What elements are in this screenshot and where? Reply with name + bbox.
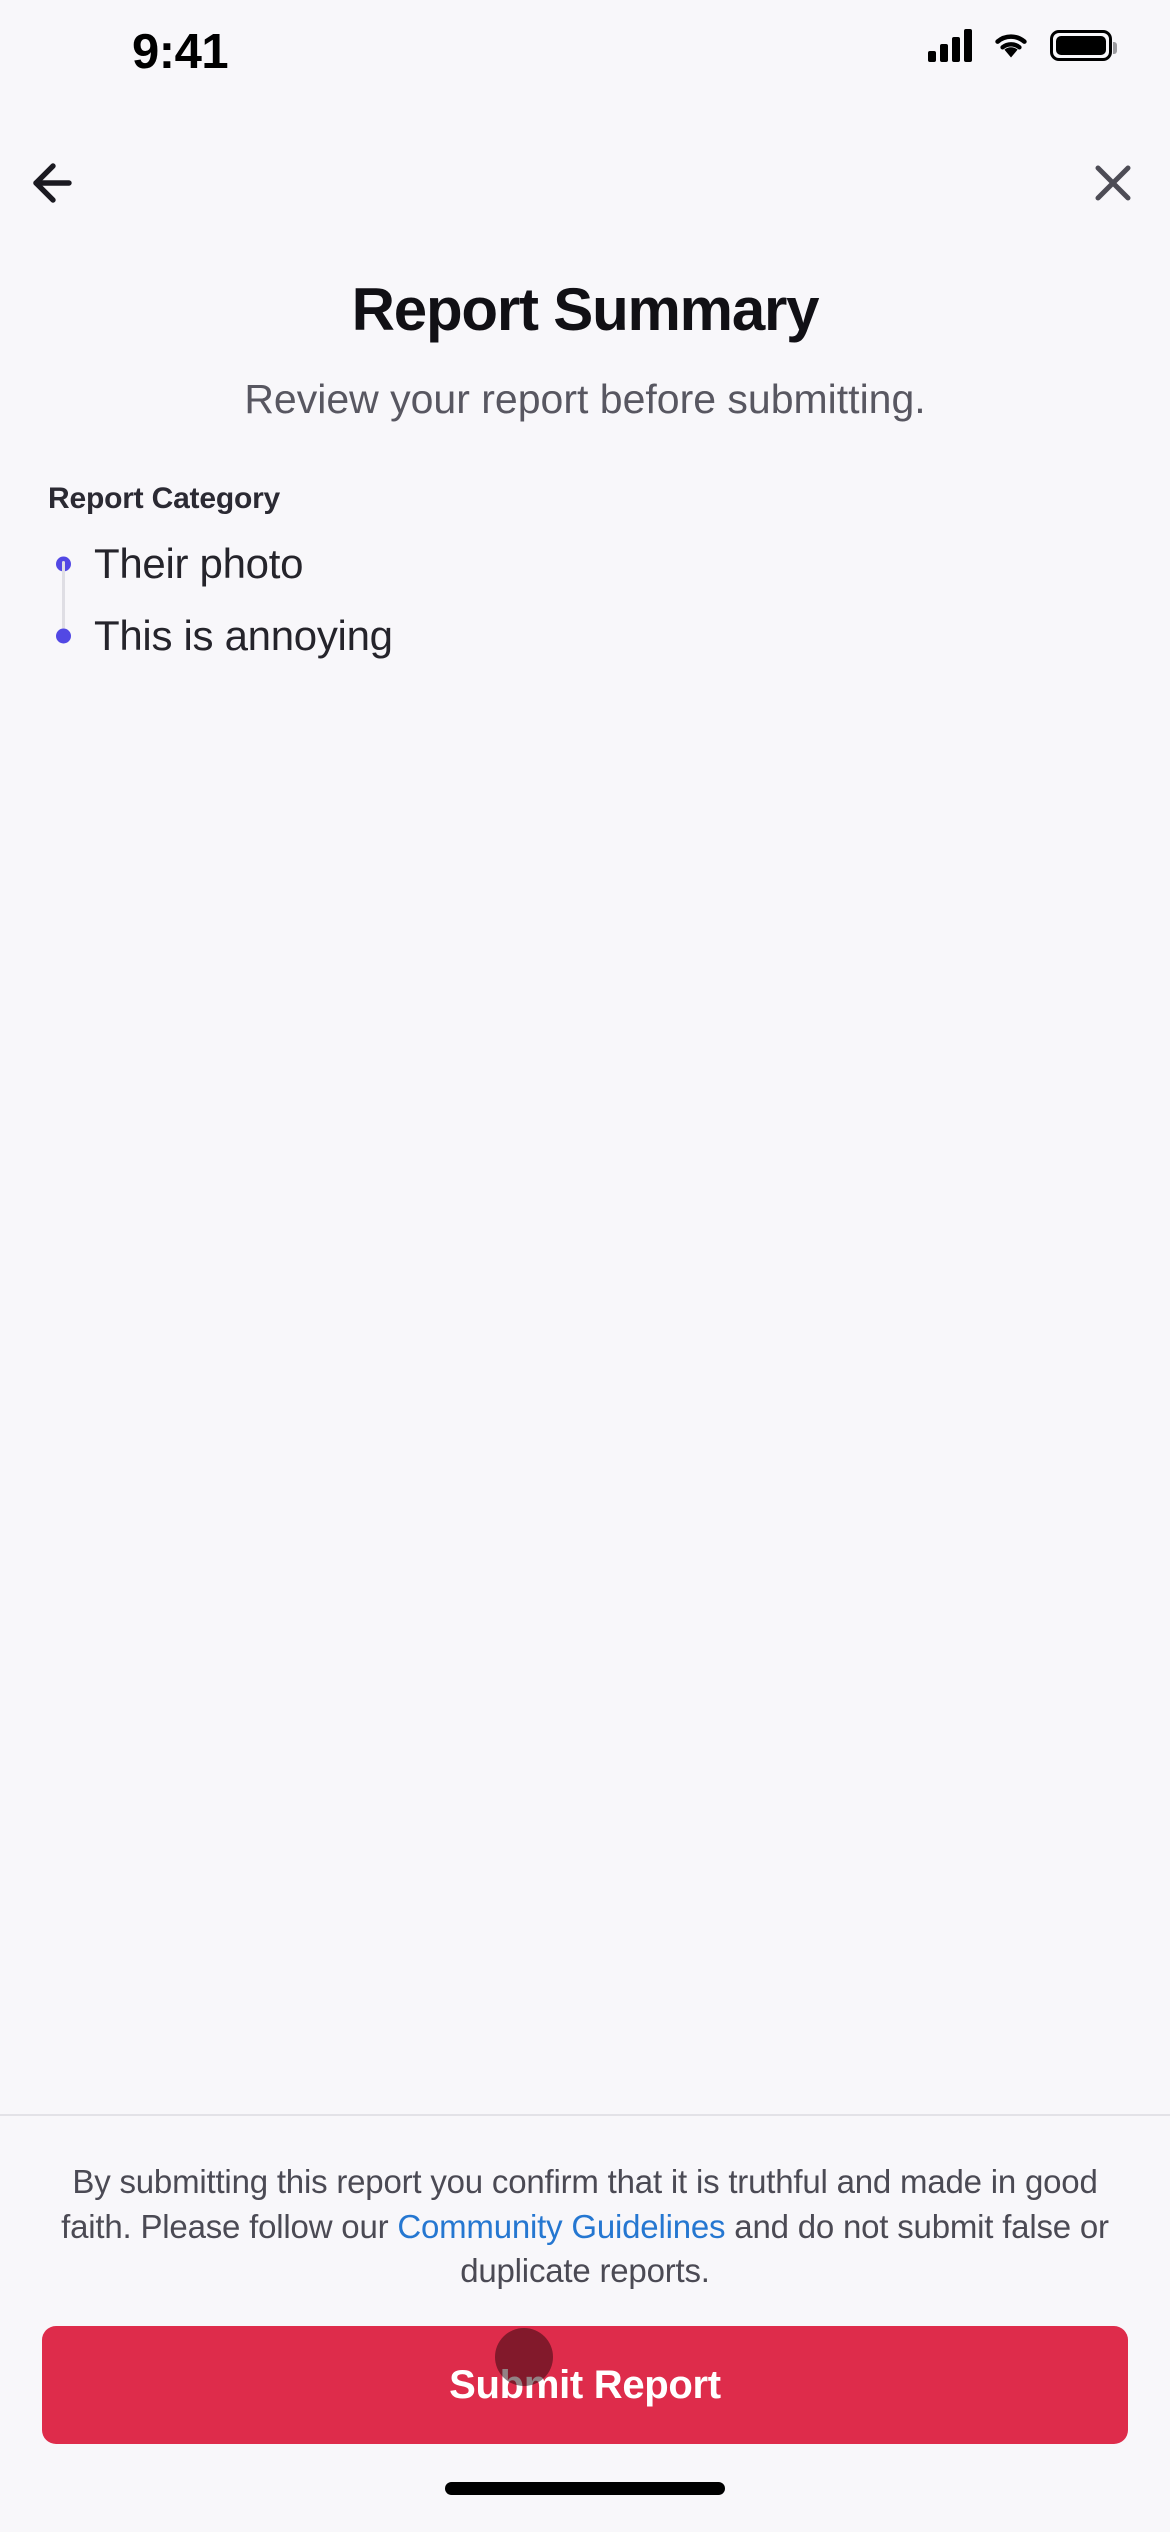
bullet-dot-icon xyxy=(56,628,71,644)
navigation-bar xyxy=(0,130,1170,235)
phone-screen: 9:41 Report Summary Review your report b… xyxy=(0,0,1170,2532)
home-indicator-area xyxy=(0,2444,1170,2532)
wifi-icon xyxy=(991,28,1031,62)
community-guidelines-link[interactable]: Community Guidelines xyxy=(397,2208,725,2245)
list-item[interactable]: This is annoying xyxy=(48,610,1122,662)
list-item-label: Their photo xyxy=(94,540,304,588)
cellular-signal-icon xyxy=(928,28,972,62)
list-item[interactable]: Their photo xyxy=(48,538,1122,630)
report-summary-body: Report Category Their photo This is anno… xyxy=(0,424,1170,2114)
page-header: Report Summary Review your report before… xyxy=(0,235,1170,424)
footer-section: By submitting this report you confirm th… xyxy=(0,2114,1170,2444)
disclaimer-text: By submitting this report you confirm th… xyxy=(42,2160,1128,2294)
status-bar: 9:41 xyxy=(0,0,1170,130)
page-subtitle: Review your report before submitting. xyxy=(244,376,926,422)
back-button[interactable] xyxy=(26,152,88,214)
report-category-list: Their photo This is annoying xyxy=(48,538,1122,662)
page-title: Report Summary xyxy=(351,276,820,343)
close-button[interactable] xyxy=(1082,152,1144,214)
status-bar-time: 9:41 xyxy=(132,25,229,79)
submit-button-wrapper: Submit Report xyxy=(42,2326,1128,2444)
battery-full-icon xyxy=(1050,29,1117,61)
submit-report-button[interactable]: Submit Report xyxy=(42,2326,1128,2444)
list-item-label: This is annoying xyxy=(94,612,393,660)
report-category-label: Report Category xyxy=(48,482,281,516)
home-indicator-bar[interactable] xyxy=(445,2481,725,2495)
status-bar-indicators xyxy=(928,28,1117,62)
